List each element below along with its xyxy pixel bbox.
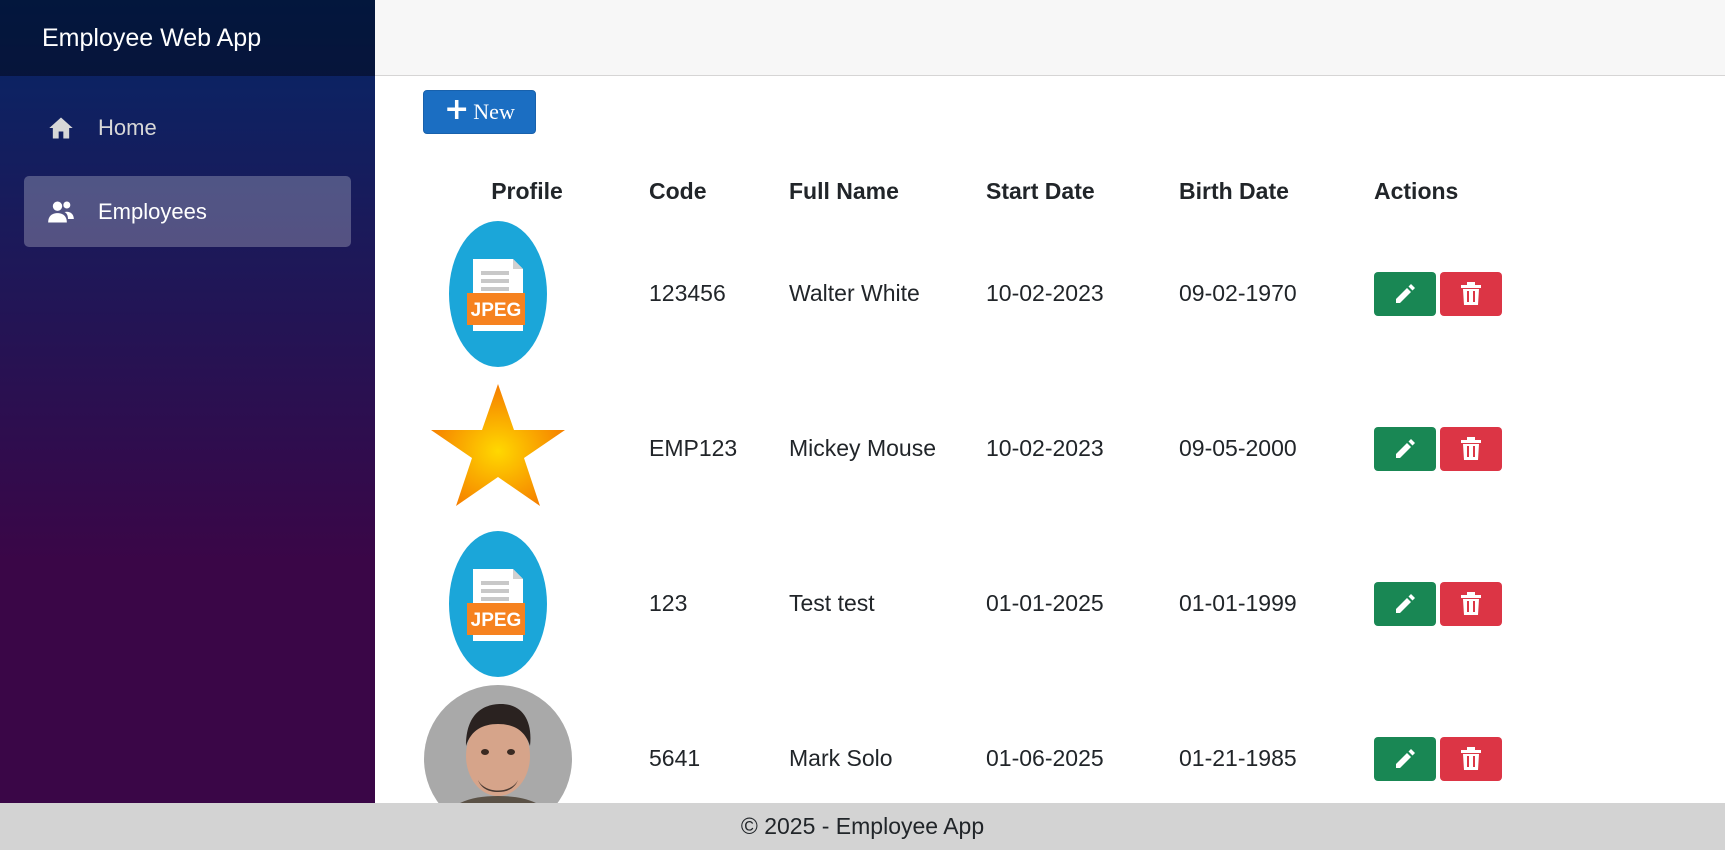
sidebar-item-label: Home	[98, 114, 157, 140]
app-title[interactable]: Employee Web App	[0, 0, 375, 76]
star-image	[423, 374, 573, 524]
pencil-icon	[1396, 283, 1415, 303]
sidebar-item-employees[interactable]: Employees	[24, 176, 351, 247]
cell-full-name: Mark Solo	[789, 745, 893, 771]
cell-code: 123456	[649, 280, 726, 306]
cell-start-date: 01-01-2025	[986, 590, 1104, 616]
trash-icon	[1461, 281, 1481, 305]
cell-full-name: Test test	[789, 590, 875, 616]
edit-button[interactable]	[1374, 736, 1436, 781]
pencil-icon	[1396, 438, 1415, 458]
home-icon	[46, 113, 76, 143]
delete-button[interactable]	[1440, 736, 1502, 781]
pencil-icon	[1396, 593, 1415, 613]
table-row: JPEG 123 Test test 01-01-2025 01-01-1999	[423, 526, 1574, 681]
people-icon	[46, 197, 76, 227]
edit-button[interactable]	[1374, 581, 1436, 626]
jpeg-file-icon: JPEG	[423, 219, 573, 369]
cell-birth-date: 09-02-1970	[1179, 280, 1297, 306]
footer: © 2025 - Employee App	[0, 803, 1725, 850]
header-start-date: Start Date	[986, 177, 1095, 204]
cell-start-date: 10-02-2023	[986, 435, 1104, 461]
new-button-label: New	[473, 99, 515, 124]
trash-icon	[1461, 436, 1481, 460]
jpeg-file-icon: JPEG	[423, 529, 573, 679]
cell-full-name: Walter White	[789, 280, 920, 306]
trash-icon	[1461, 746, 1481, 770]
cell-birth-date: 09-05-2000	[1179, 435, 1297, 461]
edit-button[interactable]	[1374, 271, 1436, 316]
table-header-row: Profile Code Full Name Start Date Birth …	[423, 166, 1574, 216]
cell-code: 5641	[649, 745, 701, 771]
svg-text:JPEG: JPEG	[471, 610, 522, 631]
header-full-name: Full Name	[789, 177, 899, 204]
edit-button[interactable]	[1374, 426, 1436, 471]
cell-code: EMP123	[649, 435, 738, 461]
header-profile: Profile	[491, 177, 563, 204]
cell-birth-date: 01-01-1999	[1179, 590, 1297, 616]
top-bar	[375, 0, 1725, 76]
cell-birth-date: 01-21-1985	[1179, 745, 1297, 771]
sidebar-item-home[interactable]: Home	[24, 92, 351, 163]
svg-text:JPEG: JPEG	[471, 300, 522, 321]
cell-full-name: Mickey Mouse	[789, 435, 936, 461]
person-photo	[423, 684, 573, 803]
delete-button[interactable]	[1440, 271, 1502, 316]
plus-icon: +	[444, 92, 470, 127]
main-content: + New Profile Code Full Name Start Date …	[375, 76, 1725, 803]
cell-start-date: 01-06-2025	[986, 745, 1104, 771]
cell-code: 123	[649, 590, 688, 616]
table-row: EMP123 Mickey Mouse 10-02-2023 09-05-200…	[423, 371, 1574, 526]
trash-icon	[1461, 591, 1481, 615]
header-actions: Actions	[1374, 177, 1459, 204]
employee-table: Profile Code Full Name Start Date Birth …	[423, 166, 1574, 803]
new-employee-button[interactable]: + New	[423, 90, 536, 134]
sidebar: Employee Web App Home Employees	[0, 0, 375, 803]
table-row: JPEG 123456 Walter White 10-02-2023 09-0…	[423, 216, 1574, 371]
sidebar-nav: Home Employees	[0, 76, 375, 247]
header-birth-date: Birth Date	[1179, 177, 1289, 204]
header-code: Code	[649, 177, 707, 204]
table-row: 5641 Mark Solo 01-06-2025 01-21-1985	[423, 681, 1574, 803]
pencil-icon	[1396, 748, 1415, 768]
sidebar-item-label: Employees	[98, 198, 207, 224]
delete-button[interactable]	[1440, 426, 1502, 471]
cell-start-date: 10-02-2023	[986, 280, 1104, 306]
delete-button[interactable]	[1440, 581, 1502, 626]
